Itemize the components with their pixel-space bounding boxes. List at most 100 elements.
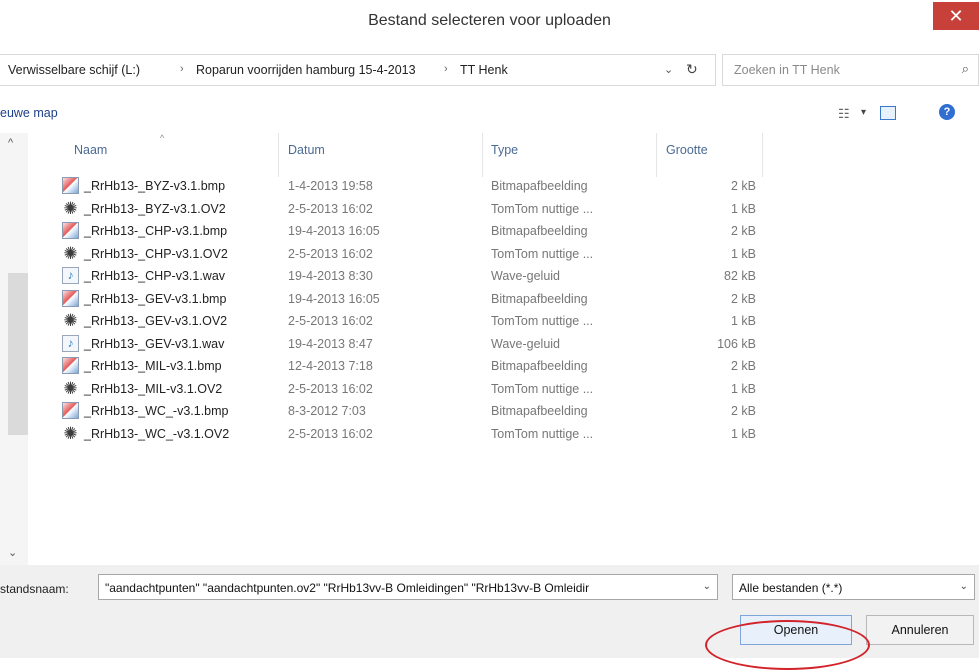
file-name: _RrHb13-_CHP-v3.1.wav [84,269,226,283]
column-divider[interactable] [482,133,483,177]
file-date: 19-4-2013 8:30 [288,269,373,283]
file-type: TomTom nuttige ... [491,246,594,261]
file-type-value[interactable]: Alle bestanden (*.*) [739,581,842,595]
file-name: _RrHb13-_WC_-v3.1.bmp [84,404,229,418]
file-size: 1 kB [730,314,756,328]
breadcrumb-drive[interactable]: Verwisselbare schijf (L:) [8,63,140,77]
column-header-date[interactable]: Datum [288,143,325,157]
close-icon: ✕ [948,6,964,26]
sort-ascending-icon: ^ [160,133,165,143]
column-divider[interactable] [762,133,763,177]
file-type: Bitmapafbeelding [491,359,588,373]
file-row[interactable]: ✺ _RrHb13-_BYZ-v3.1.OV2 2-5-2013 16:02 TomT… [60,198,760,220]
highlight-circle [705,620,870,670]
file-name: _RrHb13-_BYZ-v3.1.OV2 [84,201,226,216]
file-list[interactable]: ^ ⌄ ^ Naam Datum Type Grootte _RrHb13-_B… [0,133,979,565]
file-name: _RrHb13-_GEV-v3.1.OV2 [84,314,228,328]
ov2-file-icon: ✺ [63,198,78,218]
file-row[interactable]: _RrHb13-_BYZ-v3.1.bmp 1-4-2013 19:58 Bitma… [60,175,760,197]
file-row[interactable]: ✺ _RrHb13-_MIL-v3.1.OV2 2-5-2013 16:02 TomT… [60,378,760,400]
file-date: 19-4-2013 16:05 [288,291,380,306]
file-size: 2 kB [730,179,756,193]
file-size: 82 kB [724,269,756,283]
file-size: 1 kB [730,246,756,261]
view-options-icon[interactable]: ☷ [838,106,850,122]
file-row[interactable]: _RrHb13-_MIL-v3.1.bmp 12-4-2013 7:18 Bitma… [60,355,760,377]
search-input[interactable]: Zoeken in TT Henk [734,63,840,77]
file-size: 106 kB [717,336,756,351]
breadcrumb-separator-icon[interactable]: › [444,63,448,75]
file-date: 2-5-2013 16:02 [288,314,373,328]
file-name: _RrHb13-_MIL-v3.1.bmp [84,359,222,373]
file-type: Bitmapafbeelding [491,291,588,306]
close-button[interactable]: ✕ [933,2,979,30]
breadcrumb-roparun[interactable]: Roparun voorrijden hamburg 15-4-2013 [196,63,416,77]
cancel-button[interactable]: Annuleren [866,615,974,645]
new-folder-button[interactable]: euwe map [0,106,58,120]
scroll-up-icon[interactable]: ^ [8,137,13,149]
address-bar[interactable]: Verwisselbare schijf (L:) › Roparun voor… [0,54,716,86]
file-date: 8-3-2012 7:03 [288,404,366,418]
file-row[interactable]: ♪ _RrHb13-_GEV-v3.1.wav 19-4-2013 8:47 Wave… [60,333,760,355]
ov2-file-icon: ✺ [63,243,78,263]
file-row[interactable]: ✺ _RrHb13-_WC_-v3.1.OV2 2-5-2013 16:02 TomT… [60,423,760,445]
filename-value[interactable]: "aandachtpunten" "aandachtpunten.ov2" "R… [105,581,695,595]
file-name: _RrHb13-_GEV-v3.1.bmp [84,291,227,306]
file-type: TomTom nuttige ... [491,314,594,328]
bmp-file-icon [62,177,79,194]
file-type: Bitmapafbeelding [491,404,588,418]
file-row[interactable]: _RrHb13-_CHP-v3.1.bmp 19-4-2013 16:05 Bitm… [60,220,760,242]
column-divider[interactable] [278,133,279,177]
column-header-name[interactable]: Naam [74,143,107,157]
file-type: TomTom nuttige ... [491,201,594,216]
vertical-scrollbar[interactable]: ^ ⌄ [0,133,28,565]
column-divider[interactable] [656,133,657,177]
file-row[interactable]: ♪ _RrHb13-_CHP-v3.1.wav 19-4-2013 8:30 Wave… [60,265,760,287]
dialog-title: Bestand selecteren voor uploaden [368,12,611,29]
scroll-thumb[interactable] [8,273,28,435]
file-name: _RrHb13-_CHP-v3.1.OV2 [84,246,228,261]
file-row[interactable]: _RrHb13-_WC_-v3.1.bmp 8-3-2012 7:03 Bitmap… [60,400,760,422]
breadcrumb-tt-henk[interactable]: TT Henk [460,63,508,77]
file-type: Bitmapafbeelding [491,179,588,193]
file-type-dropdown-icon[interactable]: ⌄ [960,581,968,592]
file-row[interactable]: _RrHb13-_GEV-v3.1.bmp 19-4-2013 16:05 Bitm… [60,288,760,310]
file-name: _RrHb13-_GEV-v3.1.wav [84,336,225,351]
file-date: 12-4-2013 7:18 [288,359,373,373]
file-size: 2 kB [730,291,756,306]
file-size: 1 kB [730,201,756,216]
bmp-file-icon [62,289,79,307]
column-header-size[interactable]: Grootte [666,143,708,157]
wav-file-icon: ♪ [62,334,79,352]
view-dropdown-icon[interactable]: ▾ [861,107,866,118]
file-date: 2-5-2013 16:02 [288,426,373,441]
file-size: 1 kB [730,426,756,441]
file-date: 1-4-2013 19:58 [288,179,373,193]
refresh-icon[interactable]: ↻ [686,61,698,78]
file-row[interactable]: ✺ _RrHb13-_CHP-v3.1.OV2 2-5-2013 16:02 TomT… [60,243,760,265]
file-row[interactable]: ✺ _RrHb13-_GEV-v3.1.OV2 2-5-2013 16:02 TomT… [60,310,760,332]
filename-dropdown-icon[interactable]: ⌄ [703,581,711,592]
ov2-file-icon: ✺ [63,378,78,398]
file-type-select[interactable]: Alle bestanden (*.*) ⌄ [732,574,975,600]
file-size: 2 kB [730,224,756,238]
file-size: 2 kB [730,359,756,373]
preview-pane-icon[interactable] [880,106,896,120]
title-bar: Bestand selecteren voor uploaden ✕ [0,0,979,44]
file-type: Wave-geluid [491,336,561,351]
search-box[interactable]: Zoeken in TT Henk ⌕ [722,54,979,86]
filename-field[interactable]: "aandachtpunten" "aandachtpunten.ov2" "R… [98,574,718,600]
column-header-type[interactable]: Type [491,143,518,157]
bmp-file-icon [62,357,79,374]
breadcrumb-separator-icon[interactable]: › [180,63,184,75]
file-date: 19-4-2013 8:47 [288,336,373,351]
file-name: _RrHb13-_CHP-v3.1.bmp [84,224,228,238]
help-icon[interactable]: ? [939,104,955,120]
scroll-down-icon[interactable]: ⌄ [8,546,17,559]
file-date: 2-5-2013 16:02 [288,246,373,261]
file-type: Bitmapafbeelding [491,224,588,238]
search-icon[interactable]: ⌕ [962,61,969,77]
address-history-dropdown-icon[interactable]: ⌄ [664,63,673,76]
file-date: 19-4-2013 16:05 [288,224,380,238]
filename-label: standsnaam: [0,582,69,596]
